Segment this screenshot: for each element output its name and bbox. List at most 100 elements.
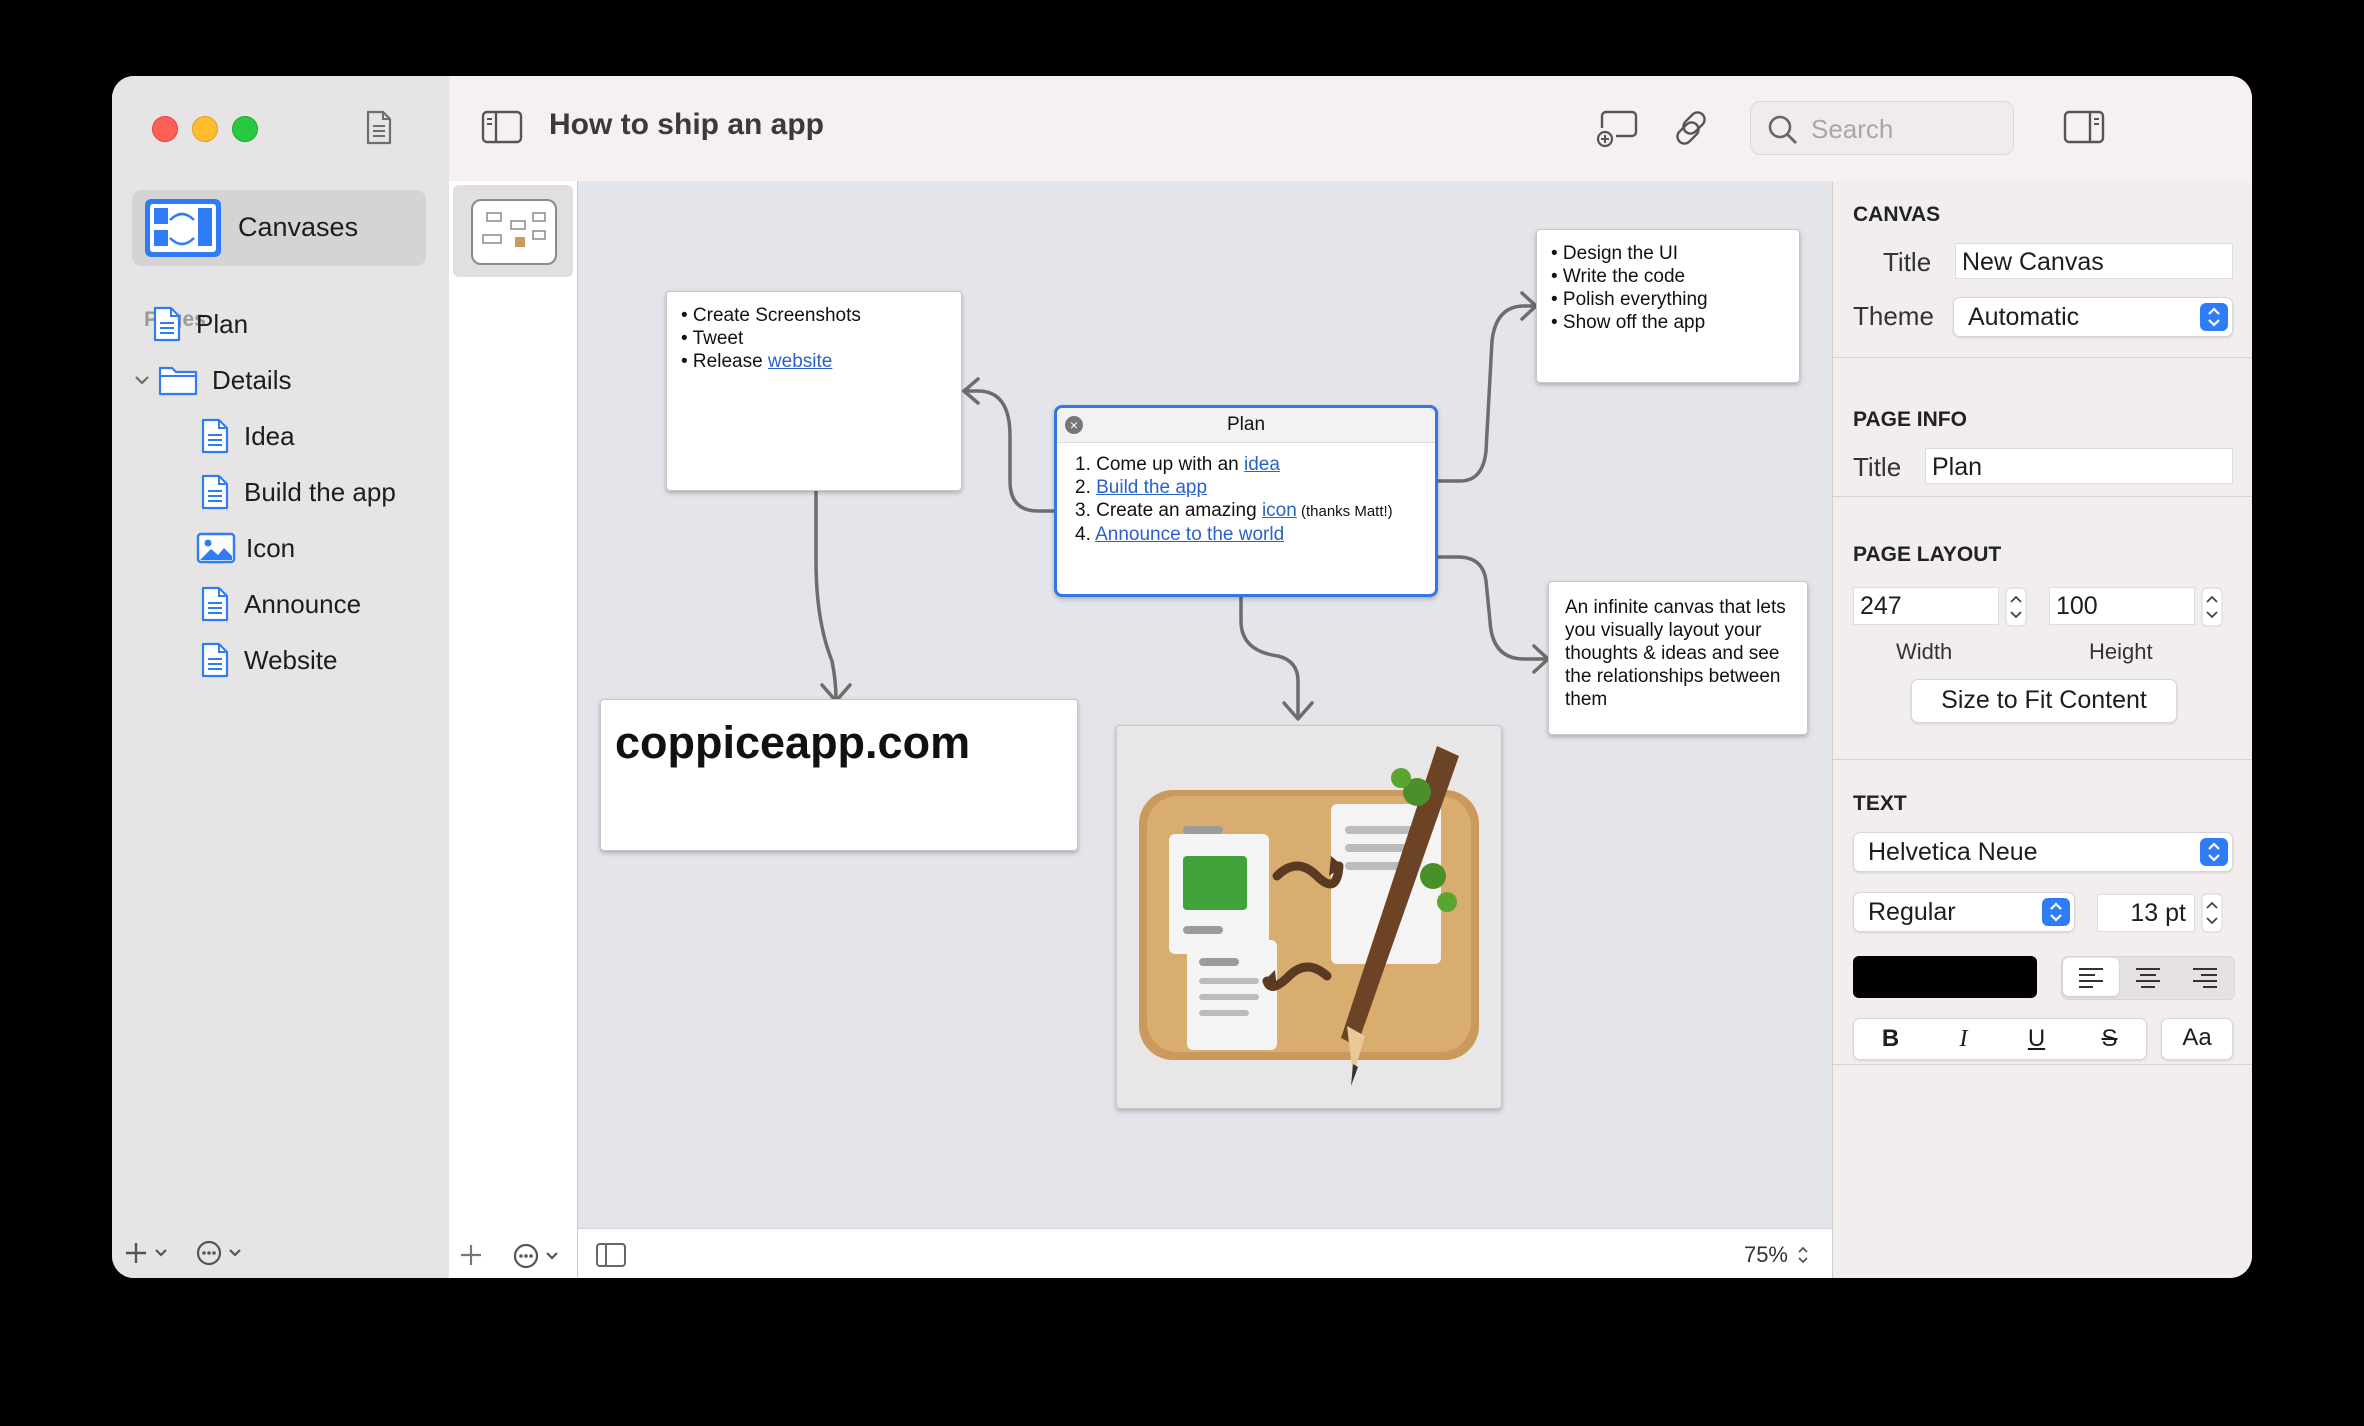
height-field[interactable]: 100 <box>2049 587 2195 625</box>
add-page-button[interactable] <box>126 1240 174 1266</box>
sidebar-item-label: Announce <box>244 588 362 619</box>
card-text: coppiceapp.com <box>615 717 971 768</box>
zoom-stepper-icon[interactable] <box>1796 1245 1810 1265</box>
italic-button[interactable]: I <box>1927 1019 2000 1059</box>
sidebar-item-icon[interactable]: Icon <box>196 524 295 572</box>
sidebar-item-label: Build the app <box>244 476 396 507</box>
add-page-to-canvas-icon[interactable] <box>1596 108 1638 148</box>
page-card-plan[interactable]: × Plan 1. Come up with an idea 2. Build … <box>1054 405 1438 597</box>
font-style-popup[interactable]: Regular <box>1853 892 2075 932</box>
search-field[interactable]: Search <box>1750 101 2014 155</box>
font-size-stepper[interactable] <box>2201 893 2223 933</box>
card-line: • Show off the app <box>1551 312 1706 333</box>
document-icon <box>201 418 229 454</box>
new-page-icon[interactable] <box>364 110 394 146</box>
zoom-window-button[interactable] <box>232 116 258 142</box>
page-card-idea[interactable]: An infinite canvas that lets you visuall… <box>1548 581 1808 735</box>
font-size-field[interactable]: 13 pt <box>2097 894 2195 932</box>
height-stepper[interactable] <box>2201 587 2223 627</box>
canvas-area[interactable]: • Create Screenshots • Tweet • Release w… <box>578 181 1832 1228</box>
card-line-text: • Release <box>681 351 768 372</box>
sidebar-item-details[interactable]: Details <box>134 356 291 404</box>
minimize-window-button[interactable] <box>192 116 218 142</box>
close-window-button[interactable] <box>152 116 178 142</box>
close-icon[interactable]: × <box>1065 416 1083 434</box>
card-line: • Release website <box>681 350 947 373</box>
document-icon <box>153 306 181 342</box>
page-card-icon[interactable] <box>1116 725 1502 1109</box>
announce-link[interactable]: Announce to the world <box>1095 524 1284 545</box>
canvas-thumbnail-cell[interactable] <box>453 185 573 277</box>
canvas-icon <box>145 199 221 257</box>
document-icon <box>201 474 229 510</box>
sidebar-footer <box>112 1228 449 1278</box>
width-field[interactable]: 247 <box>1853 587 1999 625</box>
sidebar-item-canvases[interactable]: Canvases <box>132 190 426 266</box>
font-family-popup[interactable]: Helvetica Neue <box>1853 832 2233 872</box>
text-color-well[interactable] <box>1853 956 2037 998</box>
page-card-build-the-app[interactable]: • Design the UI • Write the code • Polis… <box>1536 229 1800 383</box>
plan-item-text: 4. <box>1075 524 1096 545</box>
card-line: • Write the code <box>1551 266 1686 287</box>
link-icon[interactable] <box>1671 108 1711 148</box>
section-header: PAGE INFO <box>1853 408 1967 431</box>
sidebar-item-plan[interactable]: Plan <box>152 300 248 348</box>
page-card-announce[interactable]: • Create Screenshots • Tweet • Release w… <box>666 291 962 491</box>
inspector: CANVAS Title New Canvas Theme Automatic … <box>1832 181 2252 1278</box>
plan-item: 3. Create an amazing icon (thanks Matt!) <box>1075 499 1417 523</box>
bold-button[interactable]: B <box>1854 1019 1927 1059</box>
app-window: Canvases Pages Plan Details <box>112 76 2252 1278</box>
inspector-page-layout-section: PAGE LAYOUT 247 100 Width Height Size to… <box>1833 497 2252 760</box>
plan-item: 1. Come up with an idea <box>1075 453 1417 476</box>
card-line: • Tweet <box>681 328 744 349</box>
plan-item: 2. Build the app <box>1075 476 1417 499</box>
align-right-icon[interactable] <box>2177 958 2233 996</box>
sidebar-item-website[interactable]: Website <box>200 636 337 684</box>
theme-popup[interactable]: Automatic <box>1953 297 2233 337</box>
sidebar-item-build-the-app[interactable]: Build the app <box>200 468 396 516</box>
more-options-icon[interactable] <box>196 1240 252 1266</box>
width-stepper[interactable] <box>2005 587 2027 627</box>
inspector-page-info-section: PAGE INFO Title Plan <box>1833 358 2252 497</box>
popup-arrows-icon <box>2200 303 2228 331</box>
popup-arrows-icon <box>2042 898 2070 926</box>
size-to-fit-button[interactable]: Size to Fit Content <box>1911 679 2177 723</box>
canvas-sidebar-toggle-icon[interactable] <box>596 1243 626 1267</box>
sidebar-toggle-icon[interactable] <box>481 110 523 144</box>
sidebar-item-idea[interactable]: Idea <box>200 412 295 460</box>
icon-link[interactable]: icon <box>1262 500 1297 521</box>
plan-item-note: (thanks Matt!) <box>1296 503 1393 520</box>
align-left-button[interactable] <box>2063 958 2119 996</box>
theme-value: Automatic <box>1968 303 2080 331</box>
page-card-website[interactable]: coppiceapp.com <box>600 699 1078 851</box>
strikethrough-button[interactable]: S <box>2073 1019 2146 1059</box>
plan-item-text: 2. <box>1075 477 1097 498</box>
title-label: Title <box>1853 452 1902 482</box>
folder-icon <box>158 366 198 396</box>
canvas-options-icon[interactable] <box>513 1243 569 1269</box>
idea-link[interactable]: idea <box>1244 454 1280 475</box>
plan-item-text: 1. Come up with an <box>1075 454 1244 475</box>
document-title: How to ship an app <box>549 108 824 141</box>
canvas-thumbnail <box>471 199 557 265</box>
section-header: PAGE LAYOUT <box>1853 543 2002 566</box>
text-style-controls: B I U S <box>1853 1018 2147 1060</box>
page-title-field[interactable]: Plan <box>1925 448 2233 484</box>
text-case-button[interactable]: Aa <box>2161 1018 2233 1060</box>
add-canvas-button[interactable] <box>457 1241 485 1269</box>
website-link[interactable]: website <box>768 351 832 372</box>
document-icon <box>201 586 229 622</box>
font-style-value: Regular <box>1868 898 1956 926</box>
underline-button[interactable]: U <box>2000 1019 2073 1059</box>
sidebar-item-announce[interactable]: Announce <box>200 580 361 628</box>
build-the-app-link[interactable]: Build the app <box>1096 477 1207 498</box>
align-center-icon[interactable] <box>2120 958 2176 996</box>
chevron-down-icon[interactable] <box>134 372 150 388</box>
width-label: Width <box>1896 639 1953 664</box>
inspector-toggle-icon[interactable] <box>2063 110 2105 144</box>
sidebar-item-label: Website <box>244 644 338 675</box>
zoom-level[interactable]: 75% <box>1744 1242 1788 1268</box>
canvas-title-field[interactable]: New Canvas <box>1955 243 2233 279</box>
title-label: Title <box>1883 247 1932 277</box>
card-line: • Design the UI <box>1551 243 1679 264</box>
